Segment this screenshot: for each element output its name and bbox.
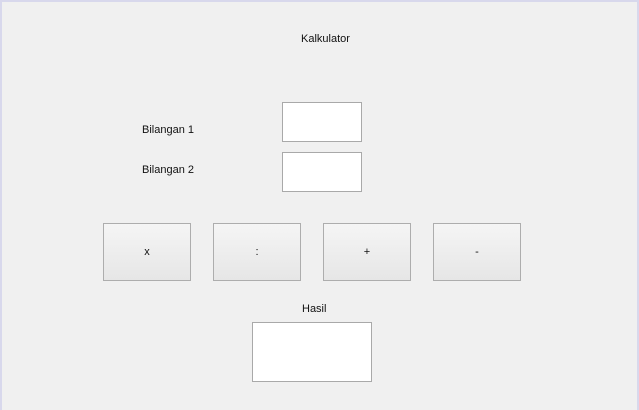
calculator-window: Kalkulator Bilangan 1 Bilangan 2 x : + -…: [0, 0, 639, 410]
number-1-input[interactable]: [282, 102, 362, 142]
result-label: Hasil: [302, 303, 327, 315]
window-title: Kalkulator: [301, 33, 350, 45]
number-2-label: Bilangan 2: [142, 164, 194, 176]
add-button[interactable]: +: [323, 223, 411, 281]
number-2-input[interactable]: [282, 152, 362, 192]
divide-button[interactable]: :: [213, 223, 301, 281]
number-1-label: Bilangan 1: [142, 124, 194, 136]
result-field[interactable]: [252, 322, 372, 382]
multiply-button[interactable]: x: [103, 223, 191, 281]
subtract-button[interactable]: -: [433, 223, 521, 281]
